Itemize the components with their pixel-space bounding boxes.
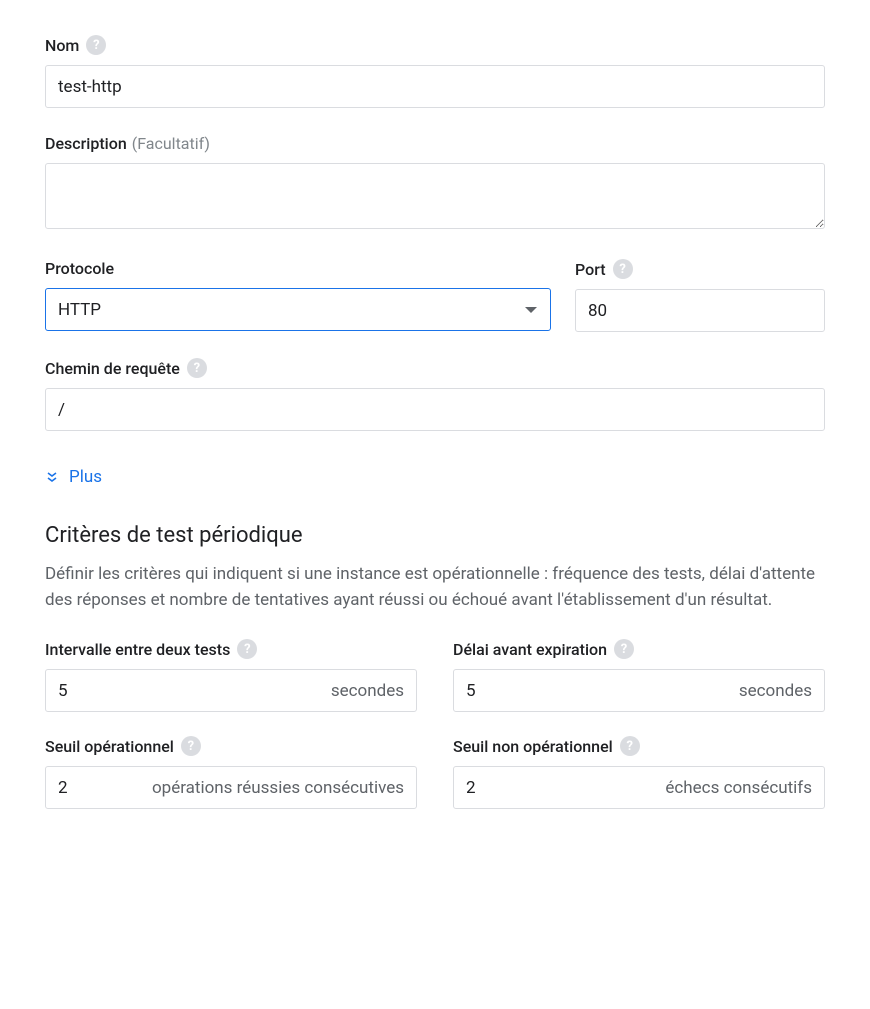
help-icon[interactable]: ?: [614, 639, 634, 659]
help-icon[interactable]: ?: [181, 736, 201, 756]
port-label: Port: [575, 260, 606, 279]
unhealthy-threshold-input[interactable]: [466, 778, 506, 798]
check-interval-field[interactable]: secondes: [45, 669, 417, 712]
request-path-input[interactable]: [45, 388, 825, 431]
port-input[interactable]: [575, 289, 825, 332]
unhealthy-threshold-suffix: échecs consécutifs: [665, 778, 812, 798]
help-icon[interactable]: ?: [620, 736, 640, 756]
timeout-label: Délai avant expiration: [453, 640, 607, 659]
description-input[interactable]: [45, 163, 825, 229]
healthy-threshold-label: Seuil opérationnel: [45, 737, 174, 756]
timeout-suffix: secondes: [739, 681, 812, 701]
expand-toggle[interactable]: Plus: [45, 467, 102, 487]
help-icon[interactable]: ?: [86, 35, 106, 55]
help-icon[interactable]: ?: [187, 358, 207, 378]
check-interval-input[interactable]: [58, 681, 98, 701]
healthy-threshold-suffix: opérations réussies consécutives: [152, 778, 404, 798]
check-interval-suffix: secondes: [331, 681, 404, 701]
criteria-section-desc: Définir les critères qui indiquent si un…: [45, 562, 825, 613]
check-interval-label: Intervalle entre deux tests: [45, 640, 230, 659]
description-optional: (Facultatif): [132, 134, 210, 153]
healthy-threshold-field[interactable]: opérations réussies consécutives: [45, 766, 417, 809]
unhealthy-threshold-field[interactable]: échecs consécutifs: [453, 766, 825, 809]
request-path-label: Chemin de requête: [45, 359, 180, 378]
help-icon[interactable]: ?: [613, 259, 633, 279]
timeout-input[interactable]: [466, 681, 506, 701]
name-input[interactable]: [45, 65, 825, 108]
protocol-select[interactable]: HTTP: [45, 288, 551, 331]
expand-label: Plus: [69, 467, 102, 487]
unhealthy-threshold-label: Seuil non opérationnel: [453, 737, 613, 756]
description-label: Description: [45, 134, 127, 153]
timeout-field[interactable]: secondes: [453, 669, 825, 712]
criteria-section-title: Critères de test périodique: [45, 523, 825, 548]
name-label: Nom: [45, 36, 79, 55]
help-icon[interactable]: ?: [237, 639, 257, 659]
protocol-label: Protocole: [45, 259, 114, 278]
expand-icon: [45, 470, 59, 484]
healthy-threshold-input[interactable]: [58, 778, 98, 798]
